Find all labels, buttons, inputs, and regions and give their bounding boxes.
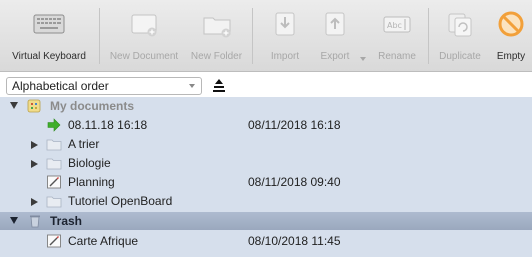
tree-row-current-document[interactable]: 08.11.18 16:18 08/11/2018 16:18: [0, 116, 532, 135]
current-document-arrow-icon: [47, 118, 61, 132]
tree-row-label: Biologie: [68, 156, 111, 170]
import-icon: [275, 12, 295, 36]
tree-row-trash[interactable]: Trash: [0, 212, 532, 230]
expand-arrow-icon[interactable]: [10, 102, 18, 109]
expand-arrow-icon[interactable]: [10, 217, 18, 224]
new-folder-label: New Folder: [190, 51, 243, 62]
tree-row-label: A trier: [68, 137, 100, 151]
toolbar-separator: [99, 8, 100, 64]
folder-icon: [46, 139, 62, 151]
toolbar: Virtual Keyboard New Document New Folder…: [0, 0, 532, 72]
folder-icon: [46, 196, 62, 208]
tree-row-label: My documents: [50, 99, 135, 113]
tree-row-date: 08/10/2018 11:45: [248, 234, 341, 248]
tree-row-folder-tutoriel-openboard[interactable]: Tutoriel OpenBoard: [0, 192, 532, 211]
sort-order-value: Alphabetical order: [12, 79, 109, 93]
tree-row-document-carte-afrique[interactable]: Carte Afrique 08/10/2018 11:45: [0, 232, 532, 251]
virtual-keyboard-button[interactable]: Virtual Keyboard: [0, 0, 98, 72]
virtual-keyboard-label: Virtual Keyboard: [12, 51, 86, 62]
collapse-arrow-icon[interactable]: [31, 141, 38, 149]
collapse-arrow-icon[interactable]: [31, 198, 38, 206]
chevron-down-icon: [189, 84, 195, 88]
new-folder-icon: [203, 17, 230, 38]
sort-order-select[interactable]: Alphabetical order: [6, 77, 202, 95]
sort-order-icon[interactable]: [212, 77, 226, 95]
export-icon: [325, 12, 345, 36]
document-tree: My documents 08.11.18 16:18 08/11/2018 1…: [0, 97, 532, 257]
export-label: Export: [320, 51, 350, 62]
tree-row-label: 08.11.18 16:18: [68, 118, 148, 132]
tree-row-label: Carte Afrique: [68, 234, 139, 248]
export-menu-arrow-icon[interactable]: [360, 57, 366, 61]
new-document-button[interactable]: New Document: [103, 0, 185, 72]
empty-trash-button[interactable]: Empty: [490, 0, 532, 72]
import-label: Import: [270, 51, 300, 62]
trash-icon: [30, 215, 40, 228]
tree-row-date: 08/11/2018 16:18: [248, 118, 341, 132]
folder-icon: [46, 158, 62, 170]
svg-text:Abc: Abc: [387, 21, 402, 30]
tree-row-label: Planning: [68, 175, 115, 189]
document-icon: [47, 234, 61, 248]
toolbar-separator: [428, 8, 429, 64]
rename-icon: Abc: [383, 16, 411, 33]
new-document-icon: [131, 14, 157, 37]
import-button[interactable]: Import: [258, 0, 312, 72]
new-document-label: New Document: [109, 51, 179, 62]
rename-button[interactable]: Abc Rename: [370, 0, 424, 72]
tree-row-document-planning[interactable]: Planning 08/11/2018 09:40: [0, 173, 532, 192]
new-folder-button[interactable]: New Folder: [185, 0, 248, 72]
empty-trash-label: Empty: [496, 51, 526, 62]
tree-row-date: 08/11/2018 09:40: [248, 175, 341, 189]
tree-row-my-documents[interactable]: My documents: [0, 97, 532, 116]
toolbar-separator: [252, 8, 253, 64]
rename-label: Rename: [378, 51, 416, 62]
tree-row-folder-a-trier[interactable]: A trier: [0, 135, 532, 154]
tree-row-label: Tutoriel OpenBoard: [68, 194, 173, 208]
duplicate-label: Duplicate: [439, 51, 481, 62]
sort-row: Alphabetical order: [0, 77, 532, 97]
collapse-arrow-icon[interactable]: [31, 160, 38, 168]
export-button[interactable]: Export: [312, 0, 358, 72]
empty-trash-icon: [498, 11, 524, 37]
tree-row-label: Trash: [50, 214, 83, 228]
duplicate-button[interactable]: Duplicate: [432, 0, 488, 72]
duplicate-icon: [448, 13, 472, 37]
document-icon: [47, 175, 61, 189]
keyboard-icon: [33, 14, 65, 34]
tree-row-folder-biologie[interactable]: Biologie: [0, 154, 532, 173]
documents-group-icon: [27, 99, 41, 113]
